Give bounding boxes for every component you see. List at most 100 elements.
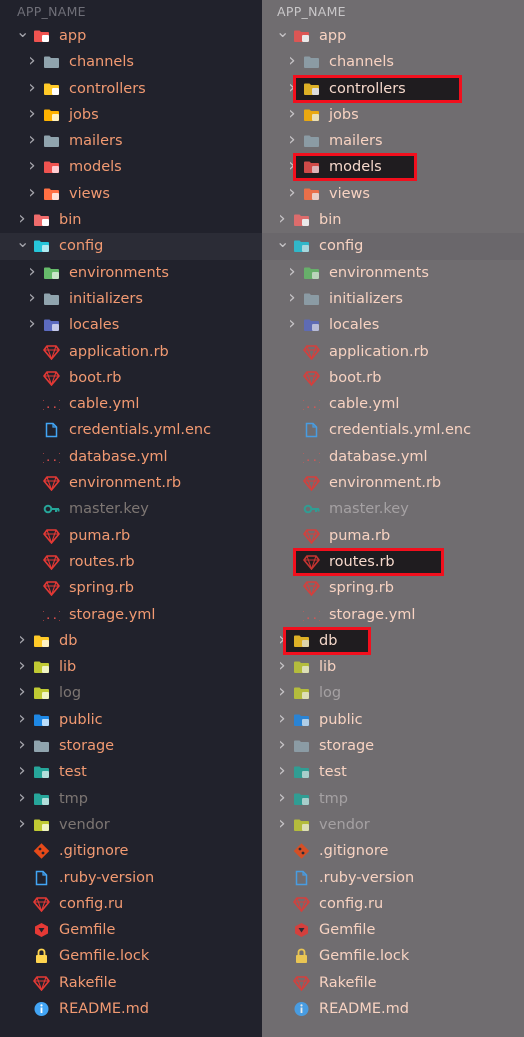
tree-item-database-yml[interactable]: {..} database.yml [0, 444, 262, 470]
tree-item-db[interactable]: › db [262, 626, 524, 655]
tree-item-application-rb[interactable]: application.rb [0, 339, 262, 365]
chevron-down-icon[interactable]: ⌄ [16, 19, 29, 45]
tree-item-controllers[interactable]: › controllers [262, 74, 524, 103]
tree-item-models[interactable]: › models [0, 154, 262, 180]
tree-item-log[interactable]: › log [0, 680, 262, 706]
tree-item-rakefile[interactable]: Rakefile [262, 970, 524, 996]
tree-item-locales[interactable]: › locales [0, 312, 262, 338]
chevron-down-icon[interactable]: ⌄ [276, 19, 289, 45]
chevron-right-icon[interactable]: › [286, 48, 298, 74]
tree-item-master-key[interactable]: master.key [0, 496, 262, 522]
tree-item-lib[interactable]: › lib [262, 654, 524, 680]
tree-item-spring-rb[interactable]: spring.rb [0, 575, 262, 601]
tree-item-test[interactable]: › test [262, 759, 524, 785]
tree-item-routes-rb[interactable]: routes.rb [0, 549, 262, 575]
chevron-right-icon[interactable]: › [276, 785, 288, 811]
chevron-right-icon[interactable]: › [276, 653, 288, 679]
chevron-right-icon[interactable]: › [286, 311, 298, 337]
tree-item-readme-md[interactable]: README.md [0, 996, 262, 1022]
chevron-right-icon[interactable]: › [276, 758, 288, 784]
chevron-right-icon[interactable]: › [26, 101, 38, 127]
tree-item-ruby-version[interactable]: .ruby-version [262, 865, 524, 891]
tree-item-channels[interactable]: › channels [262, 49, 524, 75]
tree-item-mailers[interactable]: › mailers [0, 128, 262, 154]
chevron-right-icon[interactable]: › [16, 732, 28, 758]
tree-item-gemfile[interactable]: Gemfile [0, 917, 262, 943]
chevron-right-icon[interactable]: › [276, 811, 288, 837]
tree-item-credentials-yml-enc[interactable]: credentials.yml.enc [0, 417, 262, 443]
tree-item-storage[interactable]: › storage [262, 733, 524, 759]
tree-item-config[interactable]: ⌄ config [262, 232, 524, 260]
chevron-right-icon[interactable]: › [16, 811, 28, 837]
tree-item-storage-yml[interactable]: {..} storage.yml [262, 602, 524, 628]
tree-item-gitignore[interactable]: .gitignore [262, 838, 524, 864]
tree-item-channels[interactable]: › channels [0, 49, 262, 75]
chevron-right-icon[interactable]: › [26, 127, 38, 153]
tree-item-environment-rb[interactable]: environment.rb [262, 470, 524, 496]
tree-item-spring-rb[interactable]: spring.rb [262, 575, 524, 601]
tree-item-gemfile-lock[interactable]: Gemfile.lock [262, 943, 524, 969]
chevron-right-icon[interactable]: › [276, 679, 288, 705]
chevron-right-icon[interactable]: › [26, 311, 38, 337]
chevron-right-icon[interactable]: › [26, 285, 38, 311]
tree-item-db[interactable]: › db [0, 628, 262, 654]
tree-item-boot-rb[interactable]: boot.rb [262, 365, 524, 391]
tree-item-views[interactable]: › views [0, 181, 262, 207]
tree-item-bin[interactable]: › bin [262, 207, 524, 233]
chevron-right-icon[interactable]: › [16, 758, 28, 784]
chevron-down-icon[interactable]: ⌄ [276, 229, 289, 255]
tree-item-tmp[interactable]: › tmp [0, 786, 262, 812]
tree-item-ruby-version[interactable]: .ruby-version [0, 865, 262, 891]
chevron-right-icon[interactable]: › [276, 732, 288, 758]
tree-item-public[interactable]: › public [262, 707, 524, 733]
tree-item-app[interactable]: ⌄ app [262, 22, 524, 49]
tree-item-gemfile[interactable]: Gemfile [262, 917, 524, 943]
tree-item-config[interactable]: ⌄ config [0, 232, 262, 260]
chevron-right-icon[interactable]: › [16, 785, 28, 811]
chevron-down-icon[interactable]: ⌄ [16, 229, 29, 255]
tree-item-views[interactable]: › views [262, 181, 524, 207]
tree-item-vendor[interactable]: › vendor [0, 812, 262, 838]
chevron-right-icon[interactable]: › [26, 153, 38, 179]
tree-item-credentials-yml-enc[interactable]: credentials.yml.enc [262, 417, 524, 443]
chevron-right-icon[interactable]: › [286, 285, 298, 311]
chevron-right-icon[interactable]: › [286, 259, 298, 285]
chevron-right-icon[interactable]: › [26, 259, 38, 285]
chevron-right-icon[interactable]: › [16, 627, 28, 653]
tree-item-application-rb[interactable]: application.rb [262, 339, 524, 365]
tree-item-environments[interactable]: › environments [0, 260, 262, 286]
tree-item-gitignore[interactable]: .gitignore [0, 838, 262, 864]
tree-item-master-key[interactable]: master.key [262, 496, 524, 522]
tree-item-puma-rb[interactable]: puma.rb [262, 523, 524, 549]
tree-item-lib[interactable]: › lib [0, 654, 262, 680]
tree-item-test[interactable]: › test [0, 759, 262, 785]
tree-item-rakefile[interactable]: Rakefile [0, 970, 262, 996]
tree-item-jobs[interactable]: › jobs [262, 102, 524, 128]
tree-item-cable-yml[interactable]: {..} cable.yml [262, 391, 524, 417]
tree-item-initializers[interactable]: › initializers [262, 286, 524, 312]
tree-item-storage[interactable]: › storage [0, 733, 262, 759]
tree-item-initializers[interactable]: › initializers [0, 286, 262, 312]
tree-item-tmp[interactable]: › tmp [262, 786, 524, 812]
chevron-right-icon[interactable]: › [286, 180, 298, 206]
tree-item-database-yml[interactable]: {..} database.yml [262, 444, 524, 470]
tree-item-environments[interactable]: › environments [262, 260, 524, 286]
tree-item-environment-rb[interactable]: environment.rb [0, 470, 262, 496]
tree-item-storage-yml[interactable]: {..} storage.yml [0, 602, 262, 628]
tree-item-boot-rb[interactable]: boot.rb [0, 365, 262, 391]
chevron-right-icon[interactable]: › [16, 706, 28, 732]
tree-item-controllers[interactable]: › controllers [0, 76, 262, 102]
chevron-right-icon[interactable]: › [286, 101, 298, 127]
tree-item-log[interactable]: › log [262, 680, 524, 706]
tree-item-models[interactable]: › models [262, 153, 524, 182]
tree-item-locales[interactable]: › locales [262, 312, 524, 338]
tree-item-readme-md[interactable]: README.md [262, 996, 524, 1022]
tree-item-gemfile-lock[interactable]: Gemfile.lock [0, 943, 262, 969]
chevron-right-icon[interactable]: › [26, 75, 38, 101]
chevron-right-icon[interactable]: › [286, 127, 298, 153]
chevron-right-icon[interactable]: › [26, 48, 38, 74]
tree-item-vendor[interactable]: › vendor [262, 812, 524, 838]
chevron-right-icon[interactable]: › [16, 679, 28, 705]
tree-item-jobs[interactable]: › jobs [0, 102, 262, 128]
tree-item-cable-yml[interactable]: {..} cable.yml [0, 391, 262, 417]
